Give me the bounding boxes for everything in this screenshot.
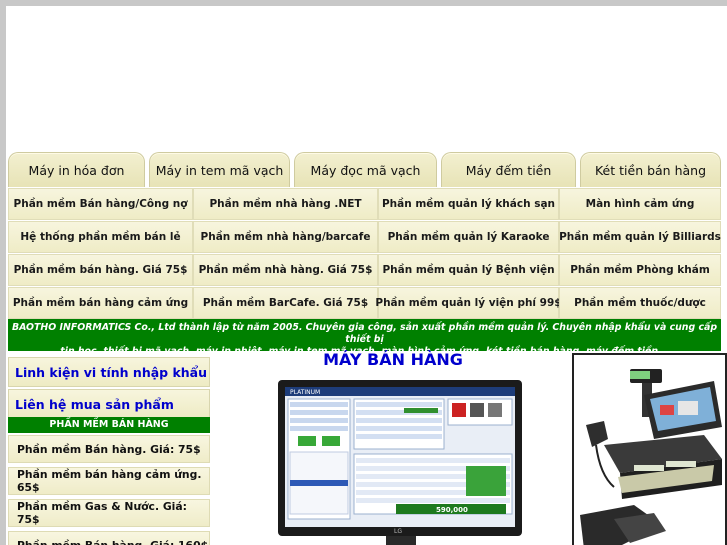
sidebar-product-item[interactable]: Phần mềm Gas & Nước. Giá: 75$ <box>8 499 210 527</box>
menu-item[interactable]: Phần mềm BarCafe. Giá 75$ <box>193 287 378 319</box>
menu-item[interactable]: Phần mềm Phòng khám <box>559 254 721 286</box>
menu-item[interactable]: Phần mềm Bán hàng/Công nợ <box>8 188 193 220</box>
sidebar-link-contact[interactable]: Liên hệ mua sản phẩm <box>8 389 210 419</box>
tab-receipt-printer[interactable]: Máy in hóa đơn <box>8 152 145 187</box>
menu-item[interactable]: Phần mềm quản lý Karaoke <box>378 221 559 253</box>
pos-terminal-image[interactable] <box>572 353 727 545</box>
menu-item[interactable]: Phần mềm nhà hàng/barcafe <box>193 221 378 253</box>
banner-line-1: BAOTHO INFORMATICS Co., Ltd thành lập từ… <box>11 322 718 345</box>
sidebar-product-item[interactable]: Phần mềm Bán hàng. Giá: 160$ <box>8 531 210 545</box>
sidebar-section-header: PHẦN MỀM BÁN HÀNG <box>8 417 210 433</box>
menu-item[interactable]: Phần mềm nhà hàng. Giá 75$ <box>193 254 378 286</box>
top-tab-bar: Máy in hóa đơn Máy in tem mã vạch Máy đọ… <box>8 152 721 188</box>
menu-item[interactable]: Phần mềm bán hàng. Giá 75$ <box>8 254 193 286</box>
company-info-banner: BAOTHO INFORMATICS Co., Ltd thành lập từ… <box>8 319 721 357</box>
tab-cash-drawer[interactable]: Két tiền bán hàng <box>580 152 721 187</box>
tab-barcode-scanner[interactable]: Máy đọc mã vạch <box>294 152 437 187</box>
menu-item[interactable]: Phần mềm quản lý Billiards <box>559 221 721 253</box>
menu-item[interactable]: Hệ thống phần mềm bán lẻ <box>8 221 193 253</box>
sidebar-product-item[interactable]: Phần mềm Bán hàng. Giá: 75$ <box>8 435 210 463</box>
sidebar-product-item[interactable]: Phần mềm bán hàng cảm ứng. 65$ <box>8 467 210 495</box>
page: Máy in hóa đơn Máy in tem mã vạch Máy đọ… <box>6 6 727 545</box>
sidebar-link-components[interactable]: Linh kiện vi tính nhập khẩu <box>8 357 210 387</box>
monitor-logo: LG <box>394 528 402 535</box>
menu-item[interactable]: Màn hình cảm ứng <box>559 188 721 220</box>
screen-total: 590,000 <box>436 506 468 514</box>
left-sidebar: Linh kiện vi tính nhập khẩu Liên hệ mua … <box>8 353 210 545</box>
menu-item[interactable]: Phần mềm quản lý Bệnh viện <box>378 254 559 286</box>
menu-item[interactable]: Phần mềm bán hàng cảm ứng <box>8 287 193 319</box>
pos-monitor-image[interactable]: PLATINUM PLATINUM <box>276 380 526 545</box>
menu-item[interactable]: Phần mềm thuốc/dược <box>559 287 721 319</box>
tab-label-printer[interactable]: Máy in tem mã vạch <box>149 152 290 187</box>
menu-item[interactable]: Phần mềm quản lý khách sạn <box>378 188 559 220</box>
section-title: MÁY BÁN HÀNG <box>323 350 463 369</box>
monitor-brand-text: PLATINUM <box>290 389 320 396</box>
menu-item[interactable]: Phần mềm quản lý viện phí 99$ <box>375 287 562 319</box>
tab-money-counter[interactable]: Máy đếm tiền <box>441 152 576 187</box>
menu-item[interactable]: Phần mềm nhà hàng .NET <box>193 188 378 220</box>
